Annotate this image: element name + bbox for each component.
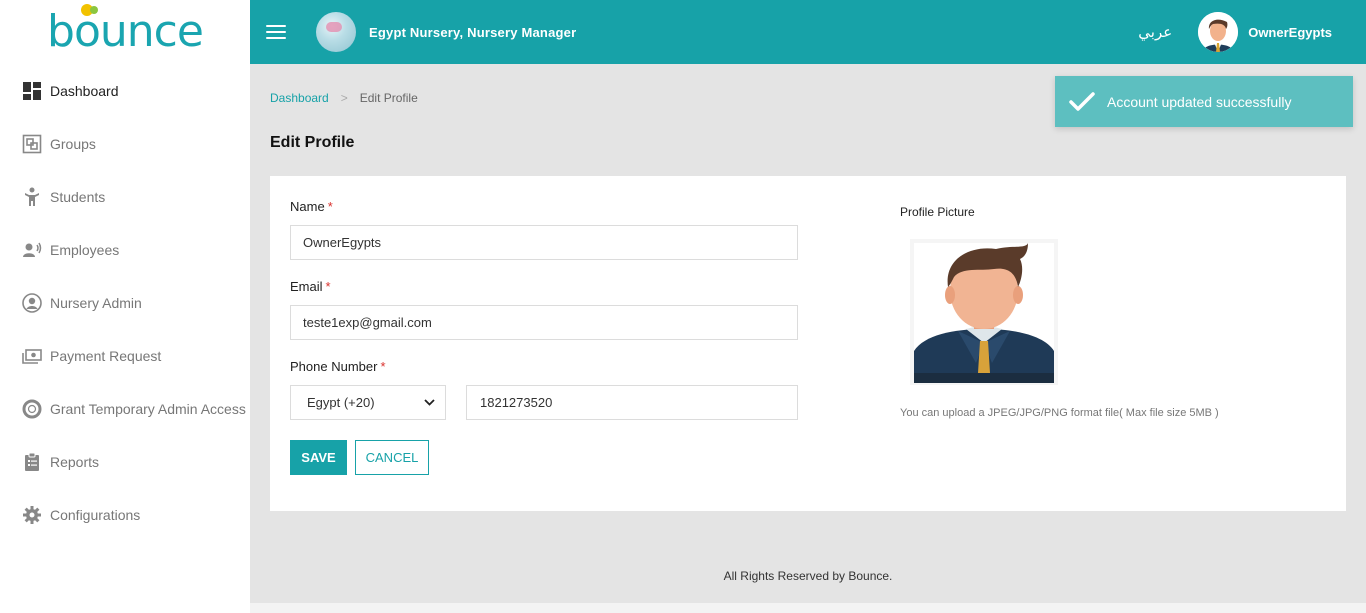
lifebuoy-icon (22, 399, 42, 419)
breadcrumb: Dashboard > Edit Profile (270, 91, 418, 105)
edit-profile-card: Name * OwnerEgypts Email * teste1exp@gmail… (270, 176, 1346, 511)
footer-text: All Rights Reserved by Bounce. (723, 569, 893, 583)
money-icon (22, 346, 42, 366)
phone-input[interactable]: 1821273520 (466, 385, 798, 420)
profile-picture-label: Profile Picture (900, 205, 975, 219)
sidebar-item-grant-temporary-admin-access[interactable]: Grant Temporary Admin Access (0, 382, 250, 435)
logo-text-end: unce (99, 6, 204, 57)
employees-icon (22, 240, 42, 260)
sidebar-item-nursery-admin[interactable]: Nursery Admin (0, 276, 250, 329)
gear-icon (22, 505, 42, 525)
menu-toggle-icon[interactable] (266, 25, 286, 39)
admin-user-icon (22, 292, 42, 313)
save-button[interactable]: SAVE (290, 440, 347, 475)
email-input[interactable]: teste1exp@gmail.com (290, 305, 798, 340)
sidebar-item-employees[interactable]: Employees (0, 223, 250, 276)
logo-o: o (74, 4, 101, 54)
profile-avatar-image (914, 243, 1054, 383)
clipboard-icon (22, 452, 42, 472)
sidebar-item-dashboard[interactable]: Dashboard (0, 64, 250, 117)
phone-label-text: Phone Number (290, 359, 378, 374)
nursery-title: Egypt Nursery, Nursery Manager (369, 24, 577, 40)
sidebar-item-label: Nursery Admin (50, 294, 142, 311)
sidebar-item-reports[interactable]: Reports (0, 435, 250, 488)
footer-strip (250, 603, 1366, 613)
breadcrumb-dashboard-link[interactable]: Dashboard (270, 91, 329, 105)
breadcrumb-current: Edit Profile (359, 91, 418, 105)
required-marker: * (380, 359, 386, 374)
topbar-right: عربي OwnerEgypts (1138, 12, 1332, 52)
profile-picture[interactable] (910, 239, 1058, 385)
avatar[interactable] (1198, 12, 1239, 52)
sidebar-item-label: Students (50, 188, 106, 205)
required-marker: * (325, 279, 331, 294)
sidebar-item-payment-request[interactable]: Payment Request (0, 329, 250, 382)
student-icon (22, 187, 42, 207)
sidebar-item-label: Configurations (50, 506, 141, 523)
name-label-text: Name (290, 199, 325, 214)
phone-label: Phone Number * (290, 359, 386, 374)
page-title: Edit Profile (270, 134, 355, 151)
name-input[interactable]: OwnerEgypts (290, 225, 798, 260)
email-label: Email * (290, 279, 331, 294)
language-switch[interactable]: عربي (1138, 23, 1172, 41)
upload-hint: You can upload a JPEG/JPG/PNG format fil… (900, 407, 1219, 419)
sidebar-item-students[interactable]: Students (0, 170, 250, 223)
groups-icon (22, 134, 42, 154)
check-icon (1069, 91, 1095, 111)
sidebar-nav: Dashboard Groups Students Employees Nurs… (0, 64, 250, 541)
chevron-down-icon (424, 399, 435, 406)
sidebar-item-groups[interactable]: Groups (0, 117, 250, 170)
sidebar-item-label: Payment Request (50, 347, 162, 364)
required-marker: * (327, 199, 333, 214)
country-code-select[interactable]: Egypt (+20) (290, 385, 446, 420)
country-code-value: Egypt (+20) (307, 395, 375, 410)
email-label-text: Email (290, 279, 323, 294)
logo-text-start: b (47, 6, 75, 57)
sidebar-item-configurations[interactable]: Configurations (0, 488, 250, 541)
sidebar-item-label: Groups (50, 135, 96, 152)
sidebar-item-label: Employees (50, 241, 120, 258)
bounce-logo[interactable]: bo unce (0, 0, 250, 64)
chevron-right-icon: > (340, 91, 348, 105)
top-bar: Egypt Nursery, Nursery Manager عربي Owne… (250, 0, 1366, 64)
name-label: Name * (290, 199, 333, 214)
username[interactable]: OwnerEgypts (1248, 25, 1332, 40)
sidebar-item-label: Grant Temporary Admin Access (50, 400, 246, 417)
cancel-button[interactable]: CANCEL (355, 440, 429, 475)
nursery-logo (316, 12, 356, 52)
logo-wordmark: bo unce (47, 4, 204, 54)
sidebar-item-label: Dashboard (50, 82, 119, 99)
dashboard-icon (22, 81, 42, 101)
sidebar-item-label: Reports (50, 453, 100, 470)
toast-message: Account updated successfully (1107, 93, 1292, 110)
sidebar: bo unce Dashboard Groups Students Employ… (0, 0, 250, 613)
success-toast: Account updated successfully (1055, 76, 1353, 127)
logo-dot-green (89, 6, 98, 14)
